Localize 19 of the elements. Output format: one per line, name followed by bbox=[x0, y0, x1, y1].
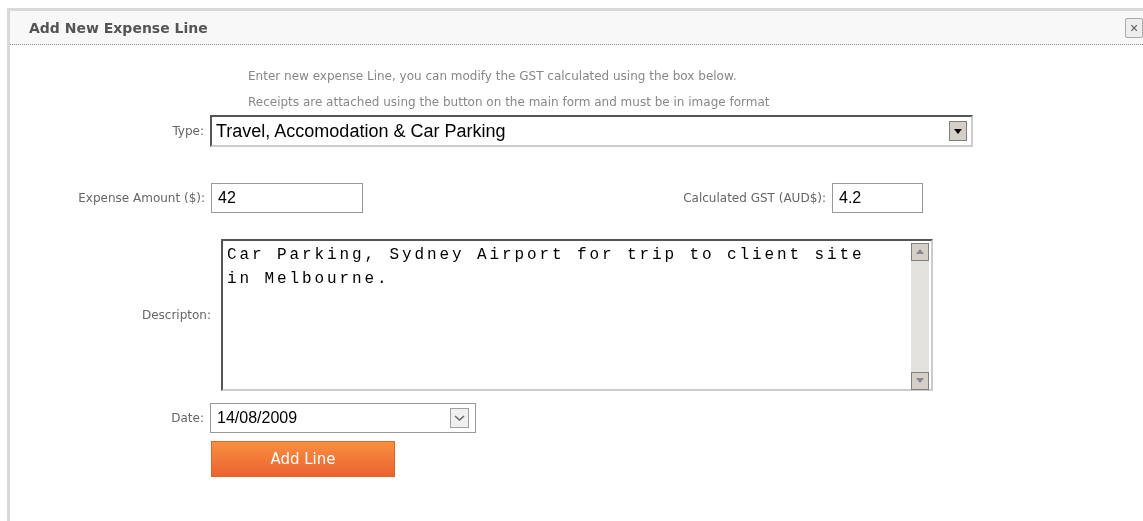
field-label: Expense Amount ($): bbox=[77, 191, 206, 205]
field-label: Calculated GST (AUD$): bbox=[682, 191, 827, 205]
chevron-down-icon[interactable] bbox=[450, 408, 469, 428]
field-label: Date: bbox=[170, 411, 205, 425]
dropdown-value: Travel, Accomodation & Car Parking bbox=[216, 120, 506, 142]
field-label: Type: bbox=[171, 124, 205, 138]
dropdown-value: 14/08/2009 bbox=[217, 409, 298, 427]
close-button[interactable]: × bbox=[1125, 17, 1143, 38]
date-dropdown[interactable]: 14/08/2009 bbox=[210, 403, 476, 433]
gst-input[interactable]: 4.2 bbox=[832, 183, 923, 213]
instruction-text: Enter new expense Line, you can modify the GST calculated using the box below. bbox=[248, 68, 738, 85]
type-dropdown[interactable]: Travel, Accomodation & Car Parking bbox=[210, 115, 973, 147]
description-text: Car Parking, Sydney Airport for trip to client site in Melbourne. bbox=[226, 245, 866, 290]
dialog-title: Add New Expense Line bbox=[29, 19, 208, 36]
scrollbar-icon[interactable] bbox=[911, 243, 929, 390]
instruction-text: Receipts are attached using the button on the main form and must be in image format bbox=[248, 94, 771, 111]
field-label: Descripton: bbox=[140, 308, 212, 322]
amount-input[interactable]: 42 bbox=[211, 183, 363, 213]
description-textarea[interactable]: Car Parking, Sydney Airport for trip to client site in Melbourne. bbox=[221, 239, 933, 391]
